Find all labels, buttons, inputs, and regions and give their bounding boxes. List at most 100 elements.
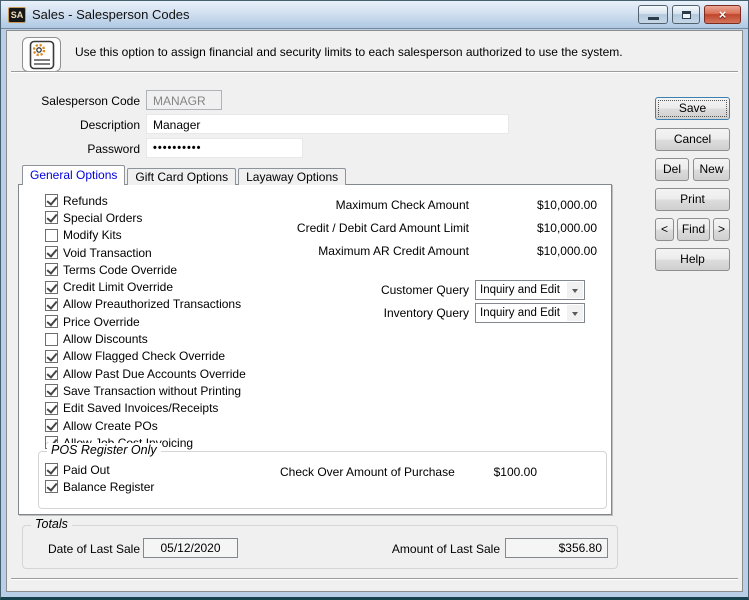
pos-register-groupbox: POS Register Only Paid Out Balance Regist… bbox=[38, 443, 607, 509]
window-title: Sales - Salesperson Codes bbox=[32, 7, 190, 22]
checkbox-save-transaction-without-printing[interactable] bbox=[45, 384, 58, 398]
footer-separator bbox=[11, 578, 738, 580]
next-record-button[interactable]: > bbox=[713, 218, 730, 241]
tab-layaway-options[interactable]: Layaway Options bbox=[238, 168, 347, 185]
checkbox-label: Void Transaction bbox=[63, 245, 152, 260]
checkbox-void-transaction[interactable] bbox=[45, 246, 58, 260]
query-label: Customer Query bbox=[380, 283, 469, 297]
check-over-amount-value: $100.00 bbox=[493, 465, 537, 479]
amount-label: Maximum Check Amount bbox=[335, 197, 469, 212]
checkbox-row-paid-out: Paid Out bbox=[45, 461, 154, 478]
date-of-last-sale-field: 05/12/2020 bbox=[143, 538, 238, 558]
inventory-query-select[interactable]: Inquiry and Edit bbox=[475, 303, 585, 323]
amount-row-maximum-check-amount: Maximum Check Amount $10,000.00 bbox=[169, 193, 597, 216]
checkbox-label: Allow Past Due Accounts Override bbox=[63, 366, 246, 381]
title-bar[interactable]: SA Sales - Salesperson Codes × bbox=[1, 1, 748, 29]
checkbox-modify-kits[interactable] bbox=[45, 228, 58, 242]
checkbox-label: Terms Code Override bbox=[63, 262, 178, 277]
checkbox-row-allow-create-pos: Allow Create POs bbox=[45, 417, 246, 434]
restore-button[interactable] bbox=[672, 5, 700, 24]
description-label: Description bbox=[79, 118, 140, 132]
checkbox-label: Allow Flagged Check Override bbox=[63, 349, 226, 364]
print-button[interactable]: Print bbox=[655, 188, 730, 211]
save-button[interactable]: Save bbox=[655, 97, 730, 120]
close-button[interactable]: × bbox=[704, 5, 741, 24]
checkbox-label: Modify Kits bbox=[63, 228, 122, 243]
restore-icon bbox=[681, 10, 691, 19]
amount-label: Maximum AR Credit Amount bbox=[318, 243, 469, 258]
salesperson-code-field: MANAGR bbox=[146, 90, 222, 110]
dialog-description: Use this option to assign financial and … bbox=[75, 45, 623, 59]
checkbox-terms-code-override[interactable] bbox=[45, 263, 58, 277]
query-label: Inventory Query bbox=[383, 306, 469, 320]
checkbox-label: Allow Discounts bbox=[63, 332, 148, 347]
sales-salesperson-codes-window: SA Sales - Salesperson Codes × Use this … bbox=[0, 0, 749, 600]
chevron-down-icon[interactable] bbox=[567, 305, 583, 321]
amount-value: $10,000.00 bbox=[536, 220, 597, 235]
cancel-button[interactable]: Cancel bbox=[655, 128, 730, 151]
checkbox-credit-limit-override[interactable] bbox=[45, 280, 58, 294]
settings-document-icon bbox=[22, 37, 61, 72]
amount-value: $10,000.00 bbox=[536, 243, 597, 258]
header-separator bbox=[11, 71, 738, 73]
minimize-icon bbox=[647, 17, 659, 20]
amount-of-last-sale-label: Amount of Last Sale bbox=[391, 542, 500, 556]
checkbox-row-allow-flagged-check-override: Allow Flagged Check Override bbox=[45, 348, 246, 365]
checkbox-row-save-transaction-without-printing: Save Transaction without Printing bbox=[45, 382, 246, 399]
checkbox-row-terms-code-override: Terms Code Override bbox=[45, 261, 246, 278]
chevron-down-icon[interactable] bbox=[567, 282, 583, 298]
amount-of-last-sale-field: $356.80 bbox=[505, 538, 608, 558]
checkbox-edit-saved-invoices-receipts[interactable] bbox=[45, 401, 58, 415]
minimize-button[interactable] bbox=[638, 5, 668, 24]
help-button[interactable]: Help bbox=[655, 248, 730, 271]
totals-title: Totals bbox=[31, 517, 72, 531]
amount-row-maximum-ar-credit-amount: Maximum AR Credit Amount $10,000.00 bbox=[169, 239, 597, 262]
checkbox-allow-create-pos[interactable] bbox=[45, 419, 58, 432]
checkbox-label: Refunds bbox=[63, 193, 108, 208]
combo-selected-value: Inquiry and Edit bbox=[480, 284, 560, 296]
amount-row-credit-debit-card-amount-limit: Credit / Debit Card Amount Limit $10,000.… bbox=[169, 216, 597, 239]
tab-strip: General Options Gift Card Options Layaway … bbox=[22, 165, 348, 185]
amount-label: Credit / Debit Card Amount Limit bbox=[296, 220, 469, 235]
general-options-panel: Refunds Special Orders Modify Kits Void Tra… bbox=[18, 184, 612, 515]
checkbox-balance-register[interactable] bbox=[45, 480, 58, 494]
checkbox-label: Allow Create POs bbox=[63, 418, 158, 433]
amount-value: $10,000.00 bbox=[536, 197, 597, 212]
tab-gift-card-options[interactable]: Gift Card Options bbox=[127, 168, 237, 185]
checkbox-label: Edit Saved Invoices/Receipts bbox=[63, 401, 219, 416]
checkbox-label: Price Override bbox=[63, 314, 140, 329]
tab-general-options[interactable]: General Options bbox=[22, 165, 126, 185]
checkbox-allow-past-due-accounts-override[interactable] bbox=[45, 367, 58, 381]
checkbox-refunds[interactable] bbox=[45, 194, 58, 208]
query-row-inventory-query: Inventory Query Inquiry and Edit bbox=[169, 303, 585, 323]
dialog-body: Use this option to assign financial and … bbox=[6, 30, 743, 592]
checkbox-row-allow-discounts: Allow Discounts bbox=[45, 330, 246, 347]
customer-query-select[interactable]: Inquiry and Edit bbox=[475, 280, 585, 300]
checkbox-label: Special Orders bbox=[63, 210, 143, 225]
pos-checkbox-list: Paid Out Balance Register bbox=[45, 461, 154, 496]
date-of-last-sale-label: Date of Last Sale bbox=[47, 542, 140, 556]
totals-groupbox: Totals Date of Last Sale 05/12/2020 Amou… bbox=[22, 517, 618, 569]
app-icon: SA bbox=[8, 6, 26, 23]
checkbox-row-balance-register: Balance Register bbox=[45, 478, 154, 495]
pos-register-title: POS Register Only bbox=[47, 443, 161, 457]
amount-list: Maximum Check Amount $10,000.00 Credit / D… bbox=[169, 193, 597, 262]
checkbox-allow-discounts[interactable] bbox=[45, 332, 58, 346]
new-button[interactable]: New bbox=[693, 158, 730, 181]
check-over-amount-label: Check Over Amount of Purchase bbox=[280, 465, 455, 479]
find-button[interactable]: Find bbox=[677, 218, 710, 241]
password-field[interactable]: •••••••••• bbox=[146, 138, 303, 158]
checkbox-label: Paid Out bbox=[63, 462, 110, 477]
checkbox-special-orders[interactable] bbox=[45, 211, 58, 225]
checkbox-allow-flagged-check-override[interactable] bbox=[45, 349, 58, 363]
checkbox-row-allow-past-due-accounts-override: Allow Past Due Accounts Override bbox=[45, 365, 246, 382]
previous-record-button[interactable]: < bbox=[655, 218, 674, 241]
checkbox-row-edit-saved-invoices-receipts: Edit Saved Invoices/Receipts bbox=[45, 400, 246, 417]
checkbox-allow-preauthorized-transactions[interactable] bbox=[45, 297, 58, 311]
checkbox-label: Save Transaction without Printing bbox=[63, 383, 242, 398]
description-field[interactable]: Manager bbox=[146, 114, 509, 134]
checkbox-price-override[interactable] bbox=[45, 315, 58, 329]
checkbox-paid-out[interactable] bbox=[45, 463, 58, 477]
delete-button[interactable]: Del bbox=[655, 158, 689, 181]
combo-selected-value: Inquiry and Edit bbox=[480, 307, 560, 319]
